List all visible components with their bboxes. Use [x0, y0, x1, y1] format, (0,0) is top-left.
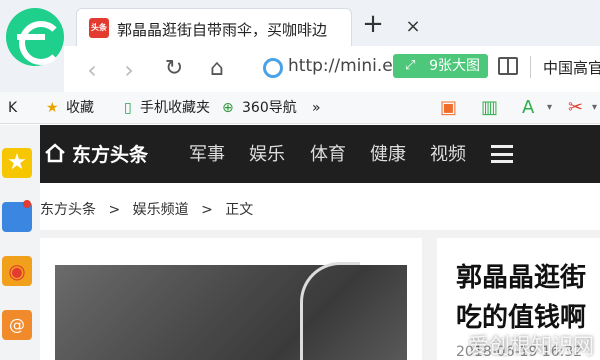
nav-military[interactable]: 军事 — [189, 142, 229, 168]
back-icon[interactable]: ‹ — [78, 56, 106, 84]
browser-logo-bar — [17, 34, 45, 40]
phone-icon: ▯ — [124, 100, 132, 116]
weibo-icon[interactable]: ◉ — [2, 256, 32, 286]
forward-icon[interactable]: › — [115, 56, 143, 84]
breadcrumb-home[interactable]: 东方头条 — [40, 202, 96, 218]
toolbar-divider — [530, 56, 531, 78]
tab-favicon-icon: 头条 — [89, 18, 109, 38]
tab-title: 郭晶晶逛街自带雨伞，买咖啡边走 — [117, 21, 327, 39]
bookmark-favorites[interactable]: 收藏 — [66, 98, 106, 118]
breadcrumb-channel[interactable]: 娱乐频道 — [133, 202, 189, 218]
site-home-icon[interactable] — [44, 142, 66, 164]
nav-video[interactable]: 视频 — [430, 142, 470, 168]
photo-detail — [300, 262, 360, 360]
nav-entertainment[interactable]: 娱乐 — [249, 142, 289, 168]
tab-close-icon[interactable]: × — [404, 18, 422, 36]
tv-icon[interactable]: ▣ — [440, 98, 462, 118]
nav-sports[interactable]: 体育 — [310, 142, 350, 168]
dropdown-icon-2[interactable]: ▾ — [592, 98, 600, 118]
reader-mode-icon[interactable] — [498, 57, 518, 75]
scissors-icon[interactable]: ✂ — [568, 98, 590, 118]
translate-icon[interactable]: A — [522, 98, 544, 118]
nav-health[interactable]: 健康 — [370, 142, 410, 168]
bookmark-mobile[interactable]: 手机收藏夹 — [140, 98, 216, 118]
browser-tab[interactable]: 头条 郭晶晶逛街自带雨伞，买咖啡边走 × — [76, 8, 421, 46]
breadcrumb-separator: > — [201, 202, 213, 218]
star-icon: ★ — [46, 100, 59, 116]
more-bookmarks-icon[interactable]: » — [312, 98, 326, 118]
menu-icon[interactable] — [491, 145, 513, 163]
bookmark-360nav[interactable]: 360导航 — [242, 98, 302, 118]
watermark-text: 爱创根知识网 — [468, 334, 594, 358]
dropdown-icon[interactable]: ▾ — [547, 98, 557, 118]
search-engine-field[interactable]: 中国高官 — [543, 57, 600, 77]
reload-icon[interactable]: ↻ — [160, 55, 188, 83]
breadcrumb-current: 正文 — [225, 202, 254, 218]
collapse-sidebar-icon[interactable]: K — [8, 98, 24, 118]
nav360-icon: ⊕ — [222, 100, 234, 116]
site-logo-text[interactable]: 东方头条 — [72, 142, 172, 168]
book-icon[interactable]: ▥ — [481, 98, 503, 118]
favorites-star-icon[interactable]: ★ — [2, 148, 32, 178]
notification-dot — [23, 200, 31, 208]
new-tab-button[interactable]: + — [362, 11, 384, 37]
url-field[interactable]: http://mini.e — [288, 56, 408, 78]
breadcrumb-separator: > — [108, 202, 121, 218]
breadcrumb: 东方头条 > 娱乐频道 > 正文 — [40, 197, 340, 223]
article-title: 郭晶晶逛街吃的值钱啊 — [456, 263, 587, 333]
mail-icon[interactable]: @ — [2, 310, 32, 340]
expand-icon: ⤢ — [405, 58, 416, 73]
site-security-icon[interactable] — [263, 58, 283, 78]
home-button-icon[interactable]: ⌂ — [203, 55, 231, 83]
